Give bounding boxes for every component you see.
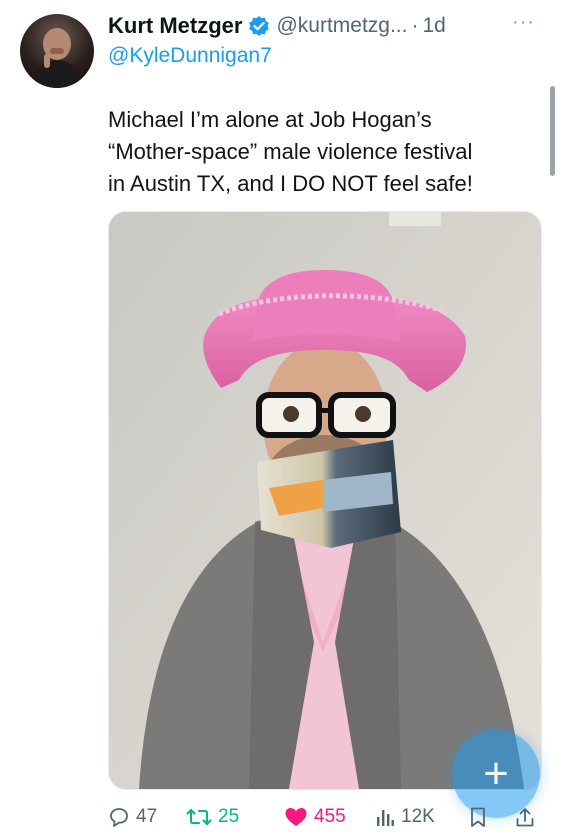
retweet-count: 25 (218, 806, 240, 827)
share-button[interactable] (514, 806, 536, 828)
more-options-icon[interactable]: ··· (512, 12, 535, 32)
author-avatar[interactable] (20, 14, 94, 88)
bookmark-button[interactable] (468, 806, 488, 828)
reply-count: 47 (136, 806, 158, 827)
tweet-timestamp[interactable]: 1d (422, 14, 445, 38)
retweet-icon (186, 806, 212, 828)
bookmark-icon (468, 806, 488, 828)
reply-to-handle[interactable]: @KyleDunnigan7 (108, 44, 272, 68)
tweet-text-line: in Austin TX, and I DO NOT feel safe! (108, 171, 473, 196)
heart-icon (284, 806, 308, 828)
share-icon (514, 806, 536, 828)
separator-dot: · (411, 14, 419, 37)
like-count: 455 (314, 806, 346, 827)
verified-badge-icon (248, 15, 270, 37)
author-handle[interactable]: @kurtmetzg... (276, 14, 407, 38)
views-count: 12K (401, 806, 435, 827)
tweet-text: Michael I’m alone at Job Hogan’s “Mother… (108, 104, 548, 200)
tweet[interactable]: Kurt Metzger @kurtmetzg... · 1d ··· @Kyl… (0, 0, 561, 839)
tweet-text-line: “Mother-space” male violence festival (108, 139, 473, 164)
like-button[interactable]: 455 (284, 806, 346, 828)
views-icon (375, 806, 395, 828)
scrollbar[interactable] (550, 86, 555, 176)
views-button[interactable]: 12K (375, 806, 435, 828)
tweet-photo[interactable] (108, 211, 542, 790)
reply-button[interactable]: 47 (108, 806, 157, 828)
tweet-text-line: Michael I’m alone at Job Hogan’s (108, 107, 432, 132)
retweet-button[interactable]: 25 (186, 806, 239, 828)
tweet-header: Kurt Metzger @kurtmetzg... · 1d (108, 10, 541, 42)
tweet-actions: 47 25 455 12K (108, 802, 538, 832)
reply-icon (108, 806, 130, 828)
author-name[interactable]: Kurt Metzger (108, 13, 242, 39)
